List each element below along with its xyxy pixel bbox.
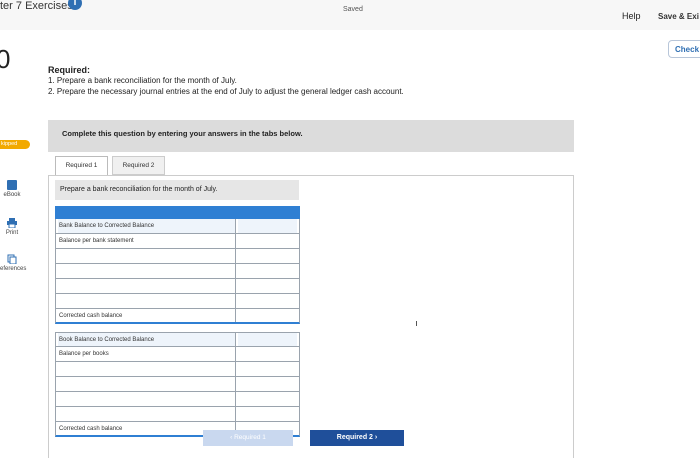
table-row [55,264,300,279]
required-heading: Required: [48,65,91,75]
amount-input[interactable] [238,362,297,376]
references-icon [7,254,17,265]
amount-input[interactable] [238,392,297,406]
row-label: Bank Balance to Corrected Balance [58,219,236,233]
table-row: Balance per books [55,347,300,362]
prev-required-button[interactable]: ‹ Required 1 [203,430,293,446]
table-row [55,294,300,309]
amount-input[interactable] [238,219,297,233]
row-label[interactable]: Balance per books [58,347,236,361]
amount-input[interactable] [238,309,297,322]
tab-required-1[interactable]: Required 1 [55,156,108,175]
instruction-bar: Complete this question by entering your … [48,120,574,152]
requirement-1: 1. Prepare a bank reconciliation for the… [48,76,237,85]
sidebar-item-ebook[interactable]: eBook [0,180,24,198]
amount-input[interactable] [238,407,297,421]
question-number: 0 [0,44,11,74]
sidebar-item-label: eBook [3,192,21,198]
assignment-title: ter 7 Exercises [0,0,73,12]
row-label: Corrected cash balance [58,309,236,322]
amount-input[interactable] [238,347,297,361]
amount-input[interactable] [238,264,297,278]
amount-input[interactable] [238,279,297,293]
row-label[interactable] [58,362,236,376]
top-bar [0,0,700,30]
amount-input[interactable] [238,234,297,248]
row-label[interactable] [58,264,236,278]
table-row: Bank Balance to Corrected Balance [55,219,300,234]
row-label[interactable] [58,392,236,406]
book-icon [7,180,17,190]
tab-required-2[interactable]: Required 2 [112,156,165,175]
check-button[interactable]: Check [668,40,700,58]
amount-input[interactable] [238,333,297,346]
instruction-text: Complete this question by entering your … [62,129,303,138]
sidebar-item-references[interactable]: eferences [0,254,27,272]
row-label: Book Balance to Corrected Balance [58,333,236,346]
table-row [55,392,300,407]
row-label[interactable] [58,279,236,293]
row-label[interactable] [58,294,236,308]
printer-icon [7,218,17,229]
amount-input[interactable] [238,377,297,391]
table-row [55,377,300,392]
amount-input[interactable] [238,249,297,263]
table-row: Balance per bank statement [55,234,300,249]
sidebar-item-print[interactable]: Print [0,218,24,236]
amount-input[interactable] [238,294,297,308]
table-row [55,362,300,377]
skipped-badge: kipped [0,140,30,149]
help-link[interactable]: Help [622,11,641,21]
next-required-button[interactable]: Required 2 › [310,430,404,446]
reconciliation-table: Bank Balance to Corrected Balance Balanc… [55,206,300,437]
row-label[interactable] [58,377,236,391]
table-header-bar [55,206,300,219]
sidebar-item-label: Print [5,230,19,236]
row-label[interactable]: Balance per bank statement [58,234,236,248]
prompt-text: Prepare a bank reconciliation for the mo… [55,180,299,200]
saved-status: Saved [343,6,363,13]
row-label[interactable] [58,249,236,263]
table-row-total: Corrected cash balance [55,309,300,324]
save-exit-link[interactable]: Save & Exi [658,12,699,21]
sidebar-item-label: eferences [0,266,27,272]
table-row [55,279,300,294]
table-row [55,249,300,264]
requirement-2: 2. Prepare the necessary journal entries… [48,87,404,96]
table-row: Book Balance to Corrected Balance [55,332,300,347]
text-cursor [416,321,417,326]
table-row [55,407,300,422]
row-label[interactable] [58,407,236,421]
